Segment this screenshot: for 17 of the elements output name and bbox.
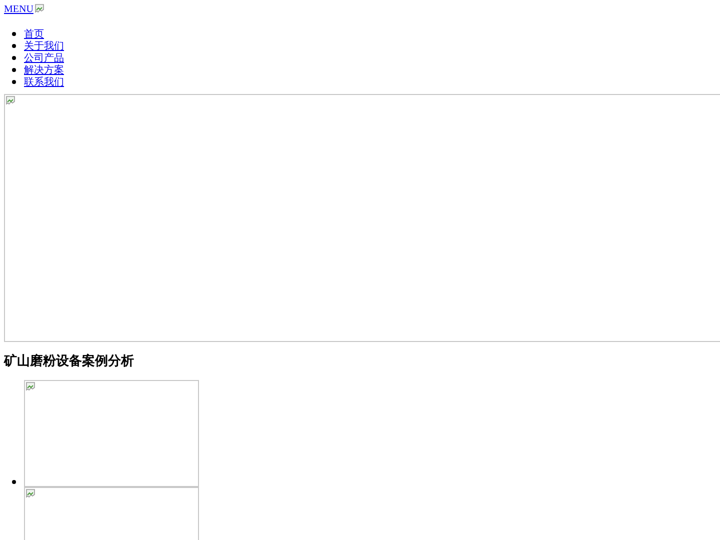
menu-link[interactable]: MENU bbox=[4, 5, 34, 15]
broken-image-icon bbox=[26, 489, 35, 499]
bullet-icon bbox=[12, 32, 16, 36]
broken-image-icon bbox=[35, 4, 44, 14]
nav-link[interactable]: 解决方案 bbox=[24, 63, 64, 77]
nav-link[interactable]: 联系我们 bbox=[24, 75, 64, 89]
broken-image-icon bbox=[26, 382, 35, 392]
bullet-icon bbox=[12, 68, 16, 72]
bullet-icon bbox=[12, 56, 16, 60]
bullet-icon bbox=[12, 80, 16, 84]
broken-image-icon bbox=[6, 96, 15, 106]
nav-link[interactable]: 公司产品 bbox=[24, 51, 64, 65]
nav-link[interactable]: 首页 bbox=[24, 27, 44, 41]
bullet-icon bbox=[12, 44, 16, 48]
nav-link[interactable]: 关于我们 bbox=[24, 39, 64, 53]
section-title: 矿山磨粉设备案例分析 bbox=[4, 354, 135, 370]
bullet-icon bbox=[12, 480, 16, 484]
